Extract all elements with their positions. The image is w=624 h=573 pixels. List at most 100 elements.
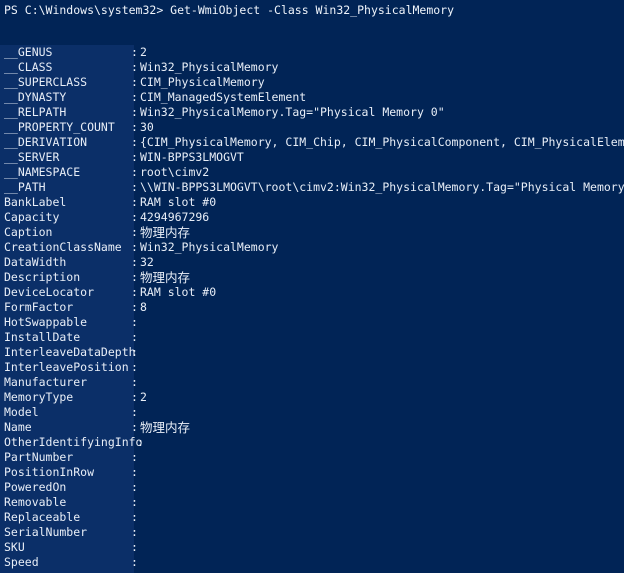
property-name: Capacity	[4, 210, 60, 224]
property-separator: :	[131, 195, 138, 209]
property-separator: :	[131, 495, 138, 509]
property-value: RAM slot #0	[140, 195, 217, 209]
property-name: Speed	[4, 555, 39, 569]
property-name: __CLASS	[4, 60, 53, 74]
property-row: BankLabel: RAM slot #0	[0, 195, 624, 210]
property-name: __DERIVATION	[4, 135, 88, 149]
property-row: SKU:	[0, 540, 624, 555]
property-name: MemoryType	[4, 390, 74, 404]
property-name: InstallDate	[4, 330, 81, 344]
property-row: InterleavePosition:	[0, 360, 624, 375]
property-row: __SUPERCLASS: CIM_PhysicalMemory	[0, 75, 624, 90]
property-name: InterleavePosition	[4, 360, 129, 374]
property-name: __NAMESPACE	[4, 165, 81, 179]
property-name: SKU	[4, 540, 25, 554]
property-value: 2	[140, 390, 147, 404]
property-value: 2	[140, 45, 147, 59]
property-value: root\cimv2	[140, 165, 210, 179]
property-row: __CLASS: Win32_PhysicalMemory	[0, 60, 624, 75]
property-name: __RELPATH	[4, 105, 67, 119]
property-row: __PATH: \\WIN-BPPS3LMOGVT\root\cimv2:Win3…	[0, 180, 624, 195]
property-value: Win32_PhysicalMemory	[140, 240, 279, 254]
property-value: 4294967296	[140, 210, 210, 224]
property-name: HotSwappable	[4, 315, 88, 329]
property-row: __GENUS:2	[0, 45, 624, 60]
property-name: DeviceLocator	[4, 285, 95, 299]
property-separator: :	[131, 540, 138, 554]
property-row: PoweredOn:	[0, 480, 624, 495]
property-value: WIN-BPPS3LMOGVT	[140, 150, 244, 164]
property-row: Name: 物理内存	[0, 420, 624, 435]
property-name: __DYNASTY	[4, 90, 67, 104]
property-value: 物理内存	[140, 270, 191, 285]
property-value: CIM_PhysicalMemory	[140, 75, 265, 89]
property-separator: :	[131, 285, 138, 299]
property-row: SerialNumber:	[0, 525, 624, 540]
property-separator: :	[131, 330, 138, 344]
property-separator: :	[131, 120, 138, 134]
property-separator: :	[131, 180, 138, 194]
property-row: PartNumber:	[0, 450, 624, 465]
property-value: 物理内存	[140, 420, 191, 435]
property-separator: :	[131, 45, 138, 59]
property-separator: :	[131, 105, 138, 119]
property-row: OtherIdentifyingInfo:	[0, 435, 624, 450]
property-value: Win32_PhysicalMemory.Tag="Physical Memor…	[140, 105, 445, 119]
property-row: __DERIVATION: {CIM_PhysicalMemory, CIM_Ch…	[0, 135, 624, 150]
property-separator: :	[131, 60, 138, 74]
property-name: OtherIdentifyingInfo	[4, 435, 143, 449]
property-separator: :	[131, 270, 138, 284]
property-separator: :	[131, 135, 138, 149]
property-separator: :	[131, 420, 138, 434]
property-row: Replaceable:	[0, 510, 624, 525]
property-separator: :	[131, 555, 138, 569]
property-name: PoweredOn	[4, 480, 67, 494]
property-row: Removable:	[0, 495, 624, 510]
property-name: __SERVER	[4, 150, 60, 164]
property-value: 32	[140, 255, 154, 269]
property-name: __GENUS	[4, 45, 53, 59]
property-name: Removable	[4, 495, 67, 509]
property-name: __SUPERCLASS	[4, 75, 88, 89]
property-row: __NAMESPACE: root\cimv2	[0, 165, 624, 180]
property-row: __RELPATH: Win32_PhysicalMemory.Tag="Phys…	[0, 105, 624, 120]
property-value: 30	[140, 120, 154, 134]
property-row: Model:	[0, 405, 624, 420]
property-name: __PATH	[4, 180, 46, 194]
property-row: PositionInRow:	[0, 465, 624, 480]
property-value: {CIM_PhysicalMemory, CIM_Chip, CIM_Physi…	[140, 135, 624, 149]
property-value: Win32_PhysicalMemory	[140, 60, 279, 74]
property-row: HotSwappable:	[0, 315, 624, 330]
wmi-property-list: __GENUS:2 __CLASS: Win32_PhysicalMemory __S…	[0, 45, 624, 570]
property-separator: :	[131, 405, 138, 419]
property-name: Replaceable	[4, 510, 81, 524]
property-separator: :	[131, 300, 138, 314]
property-value: CIM_ManagedSystemElement	[140, 90, 307, 104]
property-name: Caption	[4, 225, 53, 239]
property-row: CreationClassName: Win32_PhysicalMemory	[0, 240, 624, 255]
property-name: DataWidth	[4, 255, 67, 269]
property-name: PartNumber	[4, 450, 74, 464]
property-separator: :	[131, 75, 138, 89]
property-name: Manufacturer	[4, 375, 88, 389]
property-separator: :	[131, 360, 138, 374]
property-value: \\WIN-BPPS3LMOGVT\root\cimv2:Win32_Physi…	[140, 180, 624, 194]
property-separator: :	[131, 510, 138, 524]
property-row: FormFactor:8	[0, 300, 624, 315]
powershell-console-window[interactable]: PS C:\Windows\system32> Get-WmiObject -C…	[0, 0, 624, 573]
property-name: __PROPERTY_COUNT	[4, 120, 115, 134]
property-name: Name	[4, 420, 32, 434]
property-row: Description: 物理内存	[0, 270, 624, 285]
property-name: BankLabel	[4, 195, 67, 209]
property-row: __DYNASTY: CIM_ManagedSystemElement	[0, 90, 624, 105]
property-name: InterleaveDataDepth	[4, 345, 136, 359]
property-name: SerialNumber	[4, 525, 88, 539]
property-name: PositionInRow	[4, 465, 95, 479]
property-separator: :	[131, 255, 138, 269]
property-row: __PROPERTY_COUNT:30	[0, 120, 624, 135]
property-separator: :	[131, 390, 138, 404]
property-row: InstallDate:	[0, 330, 624, 345]
property-separator: :	[131, 90, 138, 104]
property-value: 物理内存	[140, 225, 191, 240]
property-separator: :	[137, 435, 144, 449]
